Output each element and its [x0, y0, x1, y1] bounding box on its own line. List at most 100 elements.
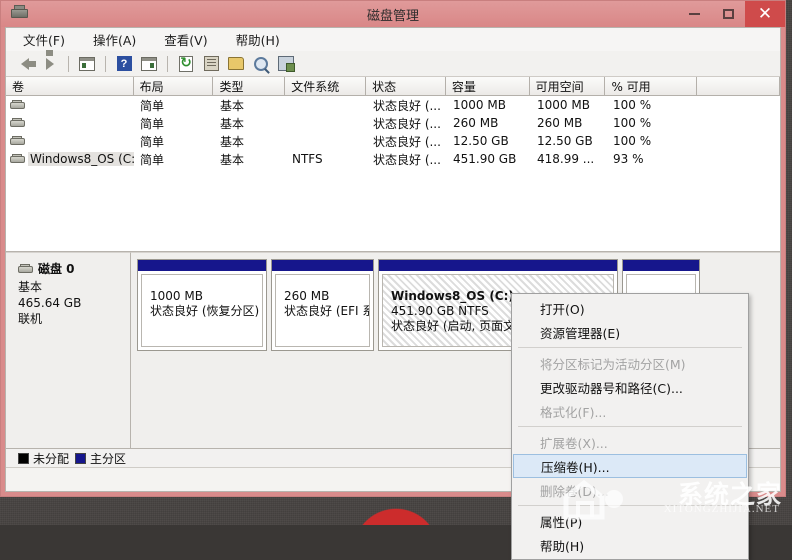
partition-context-menu: 打开(O)资源管理器(E) 将分区标记为活动分区(M)更改驱动器号和路径(C)..…: [511, 293, 749, 560]
table-row[interactable]: 简单基本状态良好 (...1000 MB1000 MB100 %: [6, 96, 780, 114]
properties-button[interactable]: [200, 53, 222, 75]
menu-item[interactable]: 打开(O): [512, 296, 748, 320]
column-header-5[interactable]: 容量: [446, 77, 530, 96]
cell-pct: 100 %: [607, 116, 699, 130]
title-bar[interactable]: 磁盘管理 ✕: [1, 1, 785, 27]
partition-block[interactable]: 260 MB状态良好 (EFI 系: [271, 259, 374, 351]
column-header-6[interactable]: 可用空间: [530, 77, 606, 96]
window-title: 磁盘管理: [1, 5, 785, 24]
maximize-button[interactable]: [711, 1, 745, 27]
menu-separator: [518, 347, 742, 348]
column-header-1[interactable]: 布局: [134, 77, 214, 96]
volume-table-header: 卷布局类型文件系统状态容量可用空间% 可用: [6, 77, 780, 96]
forward-button[interactable]: [39, 53, 61, 75]
disk-actions-icon: [278, 56, 294, 71]
cell-volume: Windows8_OS (C:): [6, 152, 134, 166]
column-header-4[interactable]: 状态: [366, 77, 446, 96]
partition-capacity-bar: [272, 260, 373, 271]
cell-volume: [6, 136, 134, 146]
pane-left-icon: [79, 57, 95, 71]
partition-block[interactable]: 1000 MB状态良好 (恢复分区): [137, 259, 267, 351]
drive-icon: [10, 154, 25, 164]
cell-capacity: 12.50 GB: [447, 134, 531, 148]
table-row[interactable]: Windows8_OS (C:)简单基本NTFS状态良好 (...451.90 …: [6, 150, 780, 168]
cell-type: 基本: [214, 115, 286, 132]
cell-capacity: 451.90 GB: [447, 152, 531, 166]
help-button[interactable]: ?: [113, 53, 135, 75]
cell-status: 状态良好 (...: [367, 115, 447, 132]
disk-drive-icon: [18, 264, 33, 274]
drive-icon: [10, 136, 25, 146]
legend-item: 主分区: [75, 450, 126, 467]
column-header-8[interactable]: [697, 77, 780, 96]
partition-status: 状态良好 (EFI 系: [284, 304, 369, 319]
cell-layout: 简单: [134, 151, 214, 168]
disk-state: 联机: [18, 311, 130, 327]
menu-item[interactable]: 更改驱动器号和路径(C)...: [512, 375, 748, 399]
cell-status: 状态良好 (...: [367, 151, 447, 168]
show-hide-console-tree-button[interactable]: [76, 53, 98, 75]
toolbar-separator: [105, 56, 106, 72]
back-button[interactable]: [14, 53, 36, 75]
disk-info-panel[interactable]: 磁盘 0 基本 465.64 GB 联机: [6, 252, 131, 449]
column-header-0[interactable]: 卷: [6, 77, 134, 96]
column-header-2[interactable]: 类型: [213, 77, 285, 96]
menu-separator: [518, 505, 742, 506]
menu-item[interactable]: 资源管理器(E): [512, 320, 748, 344]
cell-capacity: 1000 MB: [447, 98, 531, 112]
legend-label: 主分区: [90, 450, 126, 467]
disk-type: 基本: [18, 279, 130, 295]
column-header-3[interactable]: 文件系统: [285, 77, 366, 96]
cell-free: 418.99 ...: [531, 152, 607, 166]
cell-pct: 100 %: [607, 98, 699, 112]
question-mark-icon: ?: [117, 56, 132, 71]
disk-drive-icon: [9, 5, 31, 23]
menu-help[interactable]: 帮助(H): [233, 28, 283, 51]
cell-free: 12.50 GB: [531, 134, 607, 148]
partition-capacity-bar: [138, 260, 266, 271]
show-hide-action-pane-button[interactable]: [138, 53, 160, 75]
menu-separator: [518, 426, 742, 427]
disk-size: 465.64 GB: [18, 295, 130, 311]
client-area: 文件(F) 操作(A) 查看(V) 帮助(H) ?: [5, 27, 781, 492]
pane-right-icon: [141, 57, 157, 71]
menu-file[interactable]: 文件(F): [20, 28, 68, 51]
menu-action[interactable]: 操作(A): [90, 28, 139, 51]
cell-status: 状态良好 (...: [367, 133, 447, 150]
refresh-button[interactable]: [175, 53, 197, 75]
menu-item[interactable]: 属性(P): [512, 509, 748, 533]
toolbar: ?: [6, 51, 780, 77]
column-header-7[interactable]: % 可用: [605, 77, 697, 96]
rescan-disks-button[interactable]: [250, 53, 272, 75]
table-row[interactable]: 简单基本状态良好 (...260 MB260 MB100 %: [6, 114, 780, 132]
table-row[interactable]: 简单基本状态良好 (...12.50 GB12.50 GB100 %: [6, 132, 780, 150]
menu-view[interactable]: 查看(V): [161, 28, 210, 51]
open-button[interactable]: [225, 53, 247, 75]
cell-layout: 简单: [134, 115, 214, 132]
cell-volume: [6, 100, 134, 110]
menu-item: 将分区标记为活动分区(M): [512, 351, 748, 375]
volume-list-pane: 卷布局类型文件系统状态容量可用空间% 可用 简单基本状态良好 (...1000 …: [6, 77, 780, 252]
volume-table-body: 简单基本状态良好 (...1000 MB1000 MB100 %简单基本状态良好…: [6, 96, 780, 251]
cell-free: 260 MB: [531, 116, 607, 130]
cell-layout: 简单: [134, 97, 214, 114]
partition-size: 1000 MB: [150, 289, 262, 304]
close-button[interactable]: ✕: [745, 1, 785, 27]
more-actions-button[interactable]: [275, 53, 297, 75]
volume-name: Windows8_OS (C:): [28, 152, 134, 166]
cell-status: 状态良好 (...: [367, 97, 447, 114]
partition-status: 状态良好 (恢复分区): [150, 304, 262, 319]
cell-capacity: 260 MB: [447, 116, 531, 130]
cell-type: 基本: [214, 133, 286, 150]
partition-capacity-bar: [379, 260, 617, 271]
cell-pct: 100 %: [607, 134, 699, 148]
partition-body: 1000 MB状态良好 (恢复分区): [141, 274, 263, 347]
menu-item[interactable]: 压缩卷(H)...: [513, 454, 747, 478]
partition-size: 260 MB: [284, 289, 369, 304]
minimize-button[interactable]: [677, 1, 711, 27]
cell-type: 基本: [214, 97, 286, 114]
disk-management-window: 磁盘管理 ✕ 文件(F) 操作(A) 查看(V) 帮助(H): [0, 0, 786, 497]
menu-item[interactable]: 帮助(H): [512, 533, 748, 557]
cell-free: 1000 MB: [531, 98, 607, 112]
legend-swatch: [18, 453, 29, 464]
